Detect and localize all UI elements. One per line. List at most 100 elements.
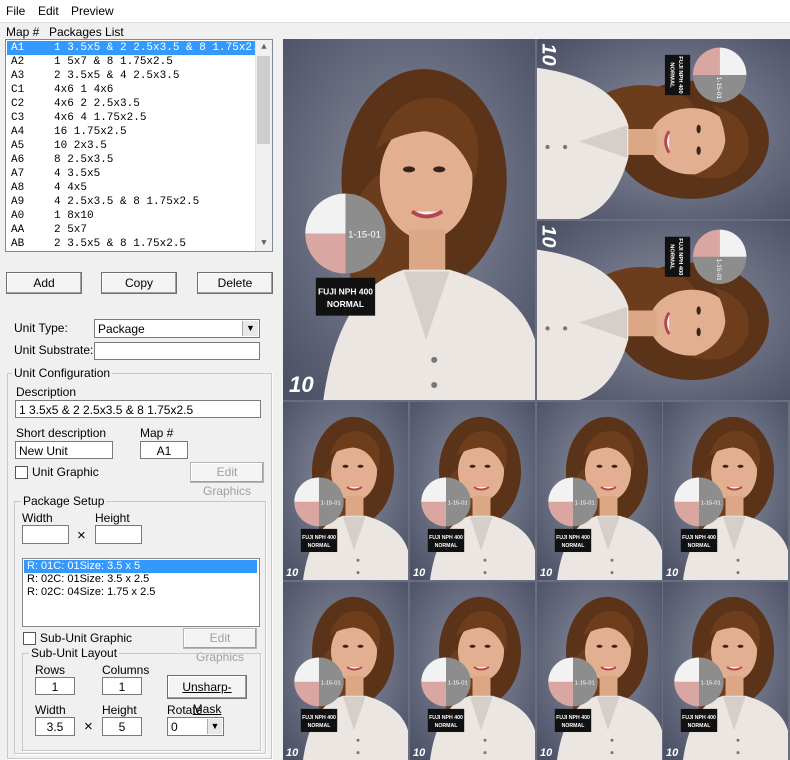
portrait-wallet: 1-15-01 FUJI NPH 400 NORMAL 10	[410, 402, 535, 580]
sub-times-sign: ×	[84, 718, 93, 735]
film-line-1: FUJI NPH 400	[429, 715, 463, 721]
film-line-1: FUJI NPH 400	[302, 715, 336, 721]
card-date: 1-15-01	[348, 230, 381, 241]
film-line-2: NORMAL	[562, 723, 585, 729]
menu-edit[interactable]: Edit	[38, 4, 59, 18]
package-code: A8	[11, 182, 25, 194]
scroll-thumb[interactable]	[257, 56, 270, 144]
package-desc: 4x6 1 4x6	[54, 84, 114, 96]
unit-substrate-label: Unit Substrate:	[14, 343, 94, 357]
menu-bar: File Edit Preview	[0, 0, 790, 23]
package-desc: 2 3.5x5 & 8 1.75x2.5	[54, 238, 187, 250]
portrait-wallet: 1-15-01 FUJI NPH 400 NORMAL 10	[283, 582, 408, 760]
film-line-2: NORMAL	[562, 543, 585, 549]
columns-label: Columns	[102, 663, 150, 677]
rows-input[interactable]: 1	[35, 677, 75, 695]
package-row[interactable]: C3 4x6 4 1.75x2.5	[7, 111, 257, 125]
sub-unit-row[interactable]: R: 02C: 04Size: 1.75 x 2.5	[24, 586, 257, 599]
package-code: A6	[11, 154, 25, 166]
film-line-1: FUJI NPH 400	[556, 535, 590, 541]
description-label: Description	[16, 385, 77, 399]
pkg-width-label: Width	[22, 511, 53, 525]
pkg-width-input[interactable]	[22, 525, 69, 544]
edit-graphics-button[interactable]: Edit Graphics	[190, 462, 264, 498]
package-code: A7	[11, 168, 25, 180]
rotate-chevron-icon[interactable]: ▼	[207, 719, 222, 734]
package-row[interactable]: A8 4 4x5	[7, 181, 257, 195]
rotate-select[interactable]: 0 ▼	[167, 717, 224, 736]
scroll-down-icon[interactable]: ▼	[256, 236, 272, 251]
delete-button[interactable]: Delete	[197, 272, 273, 294]
copy-button[interactable]: Copy	[101, 272, 177, 294]
description-input[interactable]: 1 3.5x5 & 2 2.5x3.5 & 8 1.75x2.5	[15, 400, 261, 418]
chevron-down-icon[interactable]: ▼	[242, 321, 258, 336]
sub-edit-graphics-button[interactable]: Edit Graphics	[183, 628, 257, 664]
corner-number: 10	[286, 567, 298, 579]
sub-unit-row[interactable]: R: 02C: 01Size: 3.5 x 2.5	[24, 573, 257, 586]
card-date: 1-15-01	[715, 259, 722, 282]
package-row[interactable]: A1 1 3.5x5 & 2 2.5x3.5 & 8 1.75x2.5	[7, 41, 265, 55]
package-row[interactable]: AA 2 5x7	[7, 223, 257, 237]
film-line-2: NORMAL	[435, 723, 458, 729]
unit-type-select[interactable]: Package ▼	[94, 319, 260, 338]
card-date: 1-15-01	[321, 680, 341, 686]
scroll-up-icon[interactable]: ▲	[256, 40, 272, 55]
package-row[interactable]: A3 2 3.5x5 & 4 2.5x3.5	[7, 69, 257, 83]
menu-file[interactable]: File	[6, 4, 25, 18]
pkg-height-input[interactable]	[95, 525, 142, 544]
package-desc: 1 3.5x5 & 2 2.5x3.5 & 8 1.75x2.5	[54, 42, 266, 54]
package-row[interactable]: AB 2 3.5x5 & 8 1.75x2.5	[7, 237, 257, 251]
package-row[interactable]: A6 8 2.5x3.5	[7, 153, 257, 167]
package-row[interactable]: A9 4 2.5x3.5 & 8 1.75x2.5	[7, 195, 257, 209]
package-code: C2	[11, 98, 25, 110]
package-row[interactable]: C1 4x6 1 4x6	[7, 83, 257, 97]
package-desc: 16 1.75x2.5	[54, 126, 127, 138]
package-code: A3	[11, 70, 25, 82]
package-code: AA	[11, 224, 25, 236]
menu-preview[interactable]: Preview	[71, 4, 114, 18]
sub-unit-graphic-checkbox[interactable]	[23, 632, 36, 645]
package-row[interactable]: A2 1 5x7 & 8 1.75x2.5	[7, 55, 257, 69]
film-line-1: FUJI NPH 400	[677, 56, 683, 93]
package-code: AB	[11, 238, 25, 250]
rotate-value: 0	[171, 720, 178, 734]
package-row[interactable]: A5 10 2x3.5	[7, 139, 257, 153]
package-desc: 2 5x7	[54, 224, 88, 236]
corner-number: 10	[413, 567, 425, 579]
packages-list[interactable]: A1 1 3.5x5 & 2 2.5x3.5 & 8 1.75x2.5 A2 1 5x…	[5, 39, 273, 252]
film-line-2: NORMAL	[308, 543, 331, 549]
package-desc: 8 2.5x3.5	[54, 154, 114, 166]
sub-width-input[interactable]: 3.5	[35, 717, 75, 736]
short-desc-input[interactable]: New Unit	[15, 441, 113, 459]
film-line-1: FUJI NPH 400	[429, 535, 463, 541]
list-scrollbar[interactable]: ▲ ▼	[255, 40, 272, 251]
package-code: A0	[11, 210, 25, 222]
add-button[interactable]: Add	[6, 272, 82, 294]
package-row[interactable]: A7 4 3.5x5	[7, 167, 257, 181]
film-line-2: NORMAL	[435, 543, 458, 549]
card-date: 1-15-01	[448, 680, 468, 686]
package-row[interactable]: A0 1 8x10	[7, 209, 257, 223]
print-preview[interactable]: 1-15-01 FUJI NPH 400 NORMAL 10 1-15-01 F…	[283, 39, 790, 760]
short-desc-label: Short description	[16, 426, 107, 440]
sub-unit-row[interactable]: R: 01C: 01Size: 3.5 x 5	[24, 560, 257, 573]
film-line-2: NORMAL	[327, 299, 364, 309]
corner-number: 10	[666, 747, 678, 759]
sub-layout-legend: Sub-Unit Layout	[29, 646, 120, 660]
film-line-1: FUJI NPH 400	[318, 287, 373, 297]
package-setup-legend: Package Setup	[21, 494, 107, 508]
sub-unit-list[interactable]: R: 01C: 01Size: 3.5 x 5 R: 02C: 01Size: 3…	[22, 558, 260, 627]
map-input[interactable]: A1	[140, 441, 188, 459]
package-row[interactable]: C2 4x6 2 2.5x3.5	[7, 97, 257, 111]
unit-graphic-checkbox[interactable]	[15, 466, 28, 479]
unit-substrate-input[interactable]	[94, 342, 260, 360]
map-label: Map #	[140, 426, 174, 440]
portrait-wide-2: 1-15-01 FUJI NPH 400 NORMAL 10	[537, 221, 790, 400]
package-desc: 10 2x3.5	[54, 140, 107, 152]
sub-height-input[interactable]: 5	[102, 717, 142, 736]
unsharp-mask-button[interactable]: Unsharp-Mask	[167, 675, 247, 716]
package-row[interactable]: A4 16 1.75x2.5	[7, 125, 257, 139]
film-line-1: FUJI NPH 400	[677, 238, 683, 275]
corner-number: 10	[540, 567, 552, 579]
columns-input[interactable]: 1	[102, 677, 142, 695]
